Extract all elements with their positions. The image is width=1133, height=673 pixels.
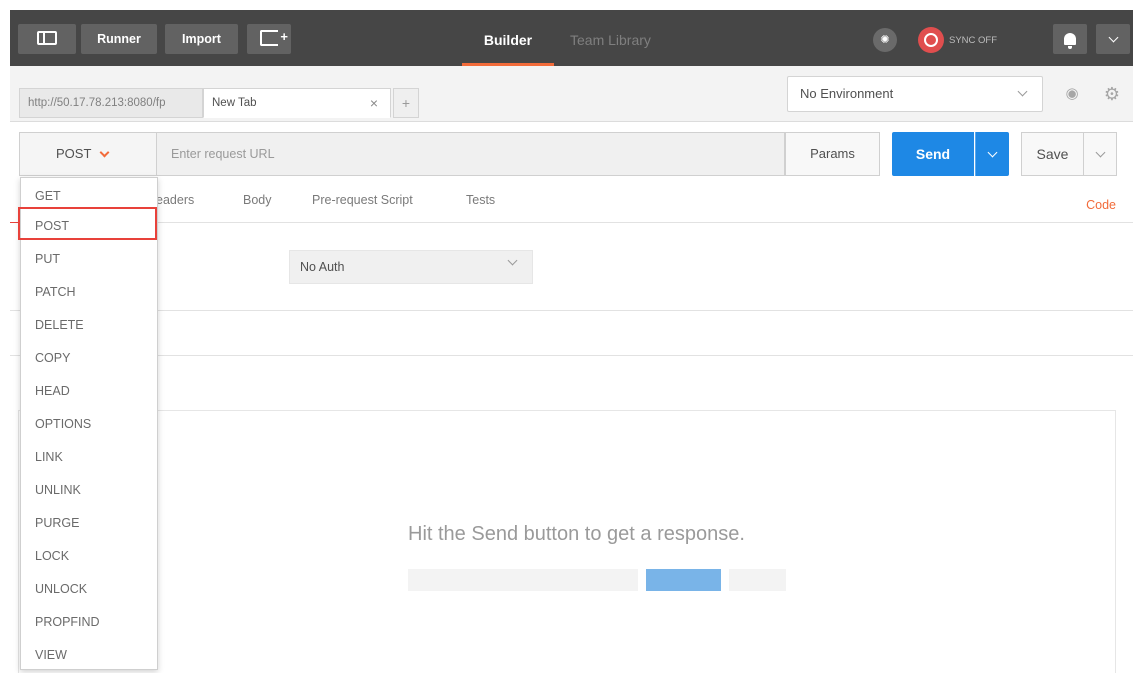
- method-option-propfind[interactable]: PROPFIND: [21, 608, 157, 636]
- sidebar-icon: [37, 31, 57, 46]
- environment-value: No Environment: [800, 86, 894, 101]
- bell-icon: [1064, 32, 1076, 49]
- method-option-copy[interactable]: COPY: [21, 344, 157, 372]
- notifications-button[interactable]: [1053, 24, 1087, 54]
- close-icon[interactable]: ×: [370, 89, 378, 117]
- sidebar-toggle-button[interactable]: [18, 24, 76, 54]
- send-options-button[interactable]: [975, 132, 1009, 176]
- chevron-down-icon: [987, 147, 998, 158]
- save-options-button[interactable]: [1083, 132, 1117, 176]
- send-button[interactable]: Send: [892, 132, 974, 176]
- request-subtabs: Headers Body Pre-request Script Tests Co…: [10, 178, 1133, 223]
- top-toolbar: Runner Import Builder Team Library ✺ SYN…: [10, 10, 1133, 66]
- tab-body[interactable]: Body: [243, 193, 272, 207]
- save-button[interactable]: Save: [1021, 132, 1084, 176]
- tab-builder[interactable]: Builder: [462, 10, 554, 66]
- sync-status: SYNC OFF: [949, 35, 998, 46]
- divider: [10, 310, 1133, 311]
- chevron-down-icon: [1017, 86, 1028, 97]
- account-menu-button[interactable]: [1096, 24, 1130, 54]
- method-dropdown-menu: GET POST PUT PATCH DELETE COPY HEAD OPTIONS LINK…: [20, 177, 158, 670]
- method-option-get[interactable]: GET: [21, 182, 157, 210]
- chevron-down-icon: [99, 147, 110, 158]
- request-tab-bar: http://50.17.78.213:8080/fp New Tab × + …: [10, 66, 1133, 122]
- method-option-link[interactable]: LINK: [21, 443, 157, 471]
- method-option-head[interactable]: HEAD: [21, 377, 157, 405]
- method-option-delete[interactable]: DELETE: [21, 311, 157, 339]
- params-button[interactable]: Params: [785, 132, 880, 176]
- tab-pre-request-script[interactable]: Pre-request Script: [312, 193, 413, 207]
- method-value: POST: [56, 146, 92, 161]
- chevron-down-icon: [1095, 147, 1105, 158]
- method-option-patch[interactable]: PATCH: [21, 278, 157, 306]
- request-tab[interactable]: http://50.17.78.213:8080/fp: [19, 88, 203, 118]
- auth-type-value: No Auth: [300, 260, 345, 274]
- chevron-down-icon: [1108, 32, 1118, 43]
- auth-type-select[interactable]: No Auth: [289, 250, 533, 284]
- new-window-icon: [260, 22, 288, 52]
- tab-tests[interactable]: Tests: [466, 193, 495, 207]
- request-tab-label: New Tab: [212, 97, 257, 109]
- response-placeholder-bar: [729, 569, 786, 591]
- code-link[interactable]: Code: [1086, 198, 1116, 212]
- method-option-view[interactable]: VIEW: [21, 641, 157, 669]
- method-option-lock[interactable]: LOCK: [21, 542, 157, 570]
- divider: [10, 355, 1133, 356]
- chevron-down-icon: [507, 255, 518, 266]
- method-option-unlock[interactable]: UNLOCK: [21, 575, 157, 603]
- annotation-highlight-box: [18, 207, 157, 240]
- satellite-icon: ✺: [873, 28, 897, 53]
- method-option-put[interactable]: PUT: [21, 245, 157, 273]
- request-tab-active[interactable]: New Tab ×: [203, 88, 391, 118]
- new-window-button[interactable]: [247, 22, 291, 54]
- environment-select[interactable]: No Environment: [787, 76, 1043, 112]
- response-hint: Hit the Send button to get a response.: [408, 523, 745, 545]
- request-url-bar: POST Params Send Save: [10, 122, 1133, 178]
- response-placeholder-bar: [646, 569, 721, 591]
- import-button[interactable]: Import: [165, 24, 238, 54]
- interceptor-button[interactable]: ✺: [868, 24, 902, 54]
- tab-team-library[interactable]: Team Library: [570, 10, 651, 66]
- request-tab-label: http://50.17.78.213:8080/fp: [28, 97, 166, 109]
- method-select[interactable]: POST: [19, 132, 157, 176]
- response-placeholder-bar: [408, 569, 638, 591]
- runner-button[interactable]: Runner: [81, 24, 157, 54]
- sync-icon[interactable]: [918, 27, 944, 53]
- add-tab-button[interactable]: +: [393, 88, 419, 118]
- method-option-options[interactable]: OPTIONS: [21, 410, 157, 438]
- gear-icon[interactable]: ⚙: [1096, 76, 1128, 112]
- method-option-unlink[interactable]: UNLINK: [21, 476, 157, 504]
- eye-icon[interactable]: ◉: [1056, 76, 1088, 112]
- method-option-purge[interactable]: PURGE: [21, 509, 157, 537]
- url-input[interactable]: [157, 132, 785, 176]
